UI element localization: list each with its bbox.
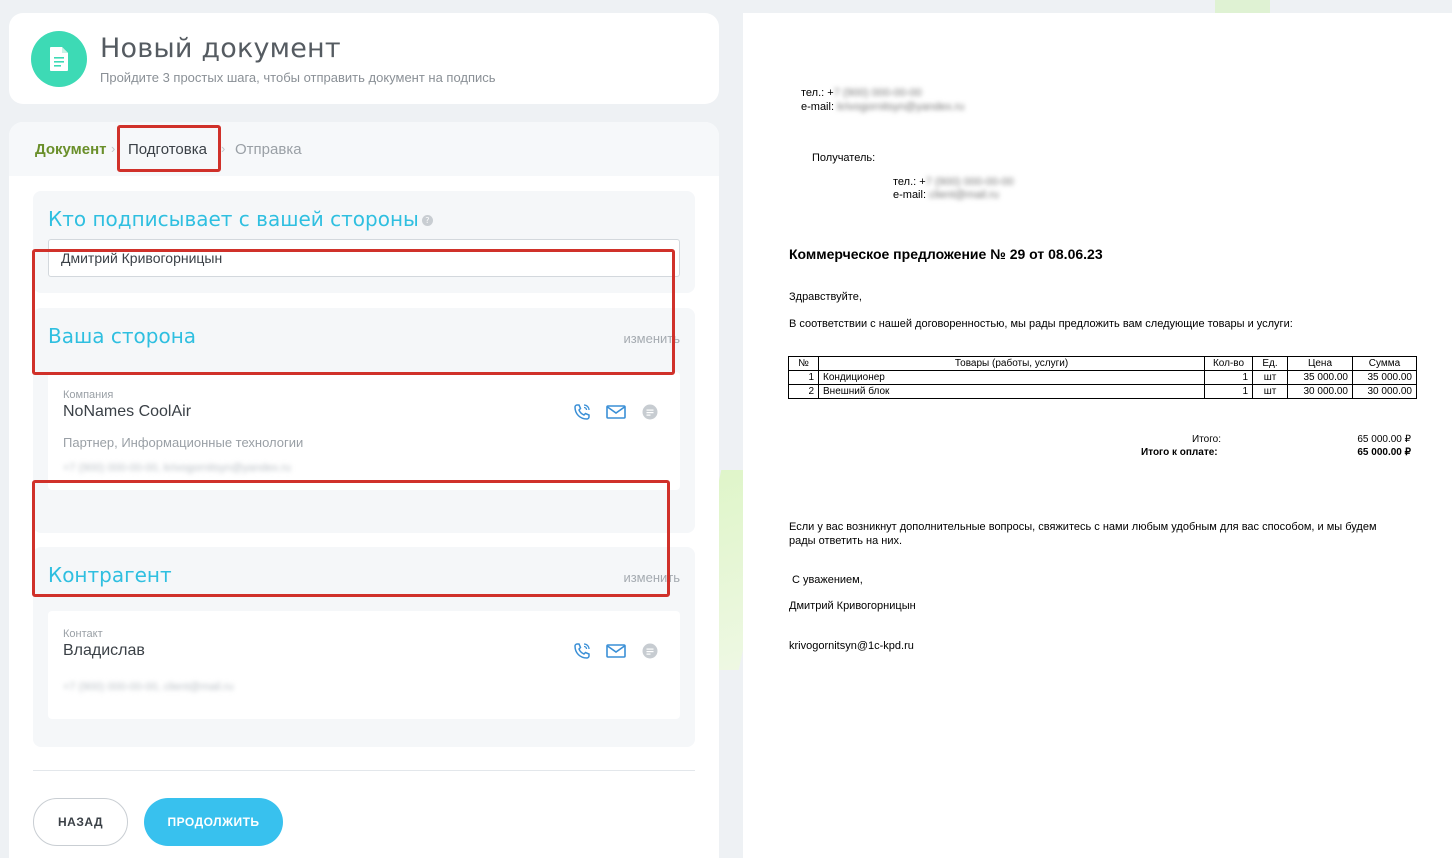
company-role: Партнер, Информационные технологии bbox=[63, 435, 304, 450]
recipient-phone: тел.: +7 (900) 000-00-00 bbox=[893, 176, 1014, 188]
recipient-email-label: e-mail: bbox=[893, 189, 927, 201]
recipient-email-value: client@mail.ru bbox=[929, 189, 999, 201]
highlight-frame bbox=[32, 249, 675, 375]
sender-phone-label: тел.: + bbox=[801, 87, 834, 99]
company-contact: +7 (900) 000-00-00, krivogornitsyn@yande… bbox=[63, 462, 291, 474]
recipient-label: Получатель: bbox=[812, 152, 876, 164]
greeting: Здравствуйте, bbox=[789, 291, 862, 303]
sender-email: e-mail: krivogornitsyn@yandex.ru bbox=[801, 101, 964, 113]
mail-icon[interactable] bbox=[606, 402, 626, 422]
table-cell: 30 000.00 bbox=[1352, 384, 1417, 399]
party-type-label: Контакт bbox=[63, 628, 103, 640]
signer-section-title: Кто подписывает с вашей стороны? bbox=[48, 207, 433, 231]
sender-phone: тел.: +7 (900) 000-00-00 bbox=[801, 87, 922, 99]
contact-name: Владислав bbox=[63, 642, 145, 659]
table-row: 2 Внешний блок 1 шт 30 000.00 30 000.00 bbox=[788, 384, 1417, 399]
page-subtitle: Пройдите 3 простых шага, чтобы отправить… bbox=[100, 70, 496, 85]
table-cell: 2 bbox=[788, 384, 819, 399]
recipient-phone-value: 7 (900) 000-00-00 bbox=[925, 176, 1014, 188]
phone-icon[interactable] bbox=[572, 402, 592, 422]
table-cell: шт bbox=[1252, 370, 1288, 385]
document-preview: тел.: +7 (900) 000-00-00 e-mail: krivogo… bbox=[743, 13, 1452, 858]
help-icon[interactable]: ? bbox=[421, 215, 433, 226]
table-cell: Внешний блок bbox=[818, 384, 1205, 399]
closing-text: Если у вас возникнут дополнительные вопр… bbox=[789, 521, 1377, 547]
highlight-frame bbox=[32, 480, 670, 597]
recipient-phone-label: тел.: + bbox=[893, 176, 926, 188]
chevron-right-icon: › bbox=[221, 141, 226, 156]
counterparty-card: Контакт Владислав +7 (900) 000-00-00, cl… bbox=[48, 611, 680, 719]
to-pay-label: Итого к оплате: bbox=[1141, 447, 1218, 458]
background-decoration bbox=[1215, 0, 1270, 14]
document-title: Коммерческое предложение № 29 от 08.06.2… bbox=[789, 246, 1103, 262]
chat-icon[interactable] bbox=[640, 402, 660, 422]
sender-phone-value: 7 (900) 000-00-00 bbox=[833, 87, 922, 99]
step-document[interactable]: Документ bbox=[35, 141, 107, 158]
page-title: Новый документ bbox=[100, 33, 341, 64]
chevron-right-icon: › bbox=[111, 141, 116, 156]
table-cell: 1 bbox=[1204, 384, 1253, 399]
back-button[interactable]: НАЗАД bbox=[33, 798, 128, 846]
table-row: 1 Кондиционер 1 шт 35 000.00 35 000.00 bbox=[788, 370, 1417, 385]
column-header: Цена bbox=[1287, 356, 1353, 371]
intro-text: В соответствии с нашей договоренностью, … bbox=[789, 318, 1293, 330]
table-cell: Кондиционер bbox=[818, 370, 1205, 385]
column-header: Сумма bbox=[1352, 356, 1417, 371]
continue-button[interactable]: ПРОДОЛЖИТЬ bbox=[144, 798, 283, 846]
sender-email-label: e-mail: bbox=[801, 101, 835, 113]
total-label: Итого: bbox=[1192, 434, 1221, 445]
signer-name: Дмитрий Кривогорницын bbox=[789, 600, 916, 612]
header-card: Новый документ Пройдите 3 простых шага, … bbox=[9, 13, 719, 104]
regards: С уважением, bbox=[792, 574, 863, 586]
column-header: Кол-во bbox=[1204, 356, 1253, 371]
column-header: № bbox=[788, 356, 819, 371]
wizard-steps: Документ › Подготовка › Отправка bbox=[9, 122, 719, 176]
table-cell: 1 bbox=[1204, 370, 1253, 385]
table-cell: 35 000.00 bbox=[1287, 370, 1353, 385]
company-name: NoNames CoolAir bbox=[63, 403, 192, 420]
goods-table: № Товары (работы, услуги) Кол-во Ед. Цен… bbox=[788, 356, 1417, 399]
our-company-card: Компания NoNames CoolAir Партнер, Информ… bbox=[48, 372, 680, 490]
table-cell: шт bbox=[1252, 384, 1288, 399]
table-cell: 35 000.00 bbox=[1352, 370, 1417, 385]
step-sending[interactable]: Отправка bbox=[235, 141, 302, 158]
contact-actions bbox=[572, 641, 660, 661]
phone-icon[interactable] bbox=[572, 641, 592, 661]
signer-title-text: Кто подписывает с вашей стороны bbox=[48, 207, 419, 231]
contact-details: +7 (900) 000-00-00, client@mail.ru bbox=[63, 681, 234, 693]
party-type-label: Компания bbox=[63, 389, 114, 401]
table-cell: 30 000.00 bbox=[1287, 384, 1353, 399]
mail-icon[interactable] bbox=[606, 641, 626, 661]
table-cell: 1 bbox=[788, 370, 819, 385]
recipient-email: e-mail: client@mail.ru bbox=[893, 189, 999, 201]
column-header: Товары (работы, услуги) bbox=[818, 356, 1205, 371]
table-header-row: № Товары (работы, услуги) Кол-во Ед. Цен… bbox=[788, 356, 1417, 371]
highlight-frame bbox=[117, 125, 221, 172]
to-pay-value: 65 000.00 ₽ bbox=[1357, 447, 1411, 458]
sender-email-value: krivogornitsyn@yandex.ru bbox=[837, 101, 965, 113]
document-icon bbox=[31, 31, 87, 87]
column-header: Ед. bbox=[1252, 356, 1288, 371]
divider bbox=[33, 770, 695, 771]
contact-actions bbox=[572, 402, 660, 422]
signer-email: krivogornitsyn@1c-kpd.ru bbox=[789, 640, 914, 652]
chat-icon[interactable] bbox=[640, 641, 660, 661]
total-value: 65 000.00 ₽ bbox=[1357, 434, 1411, 445]
